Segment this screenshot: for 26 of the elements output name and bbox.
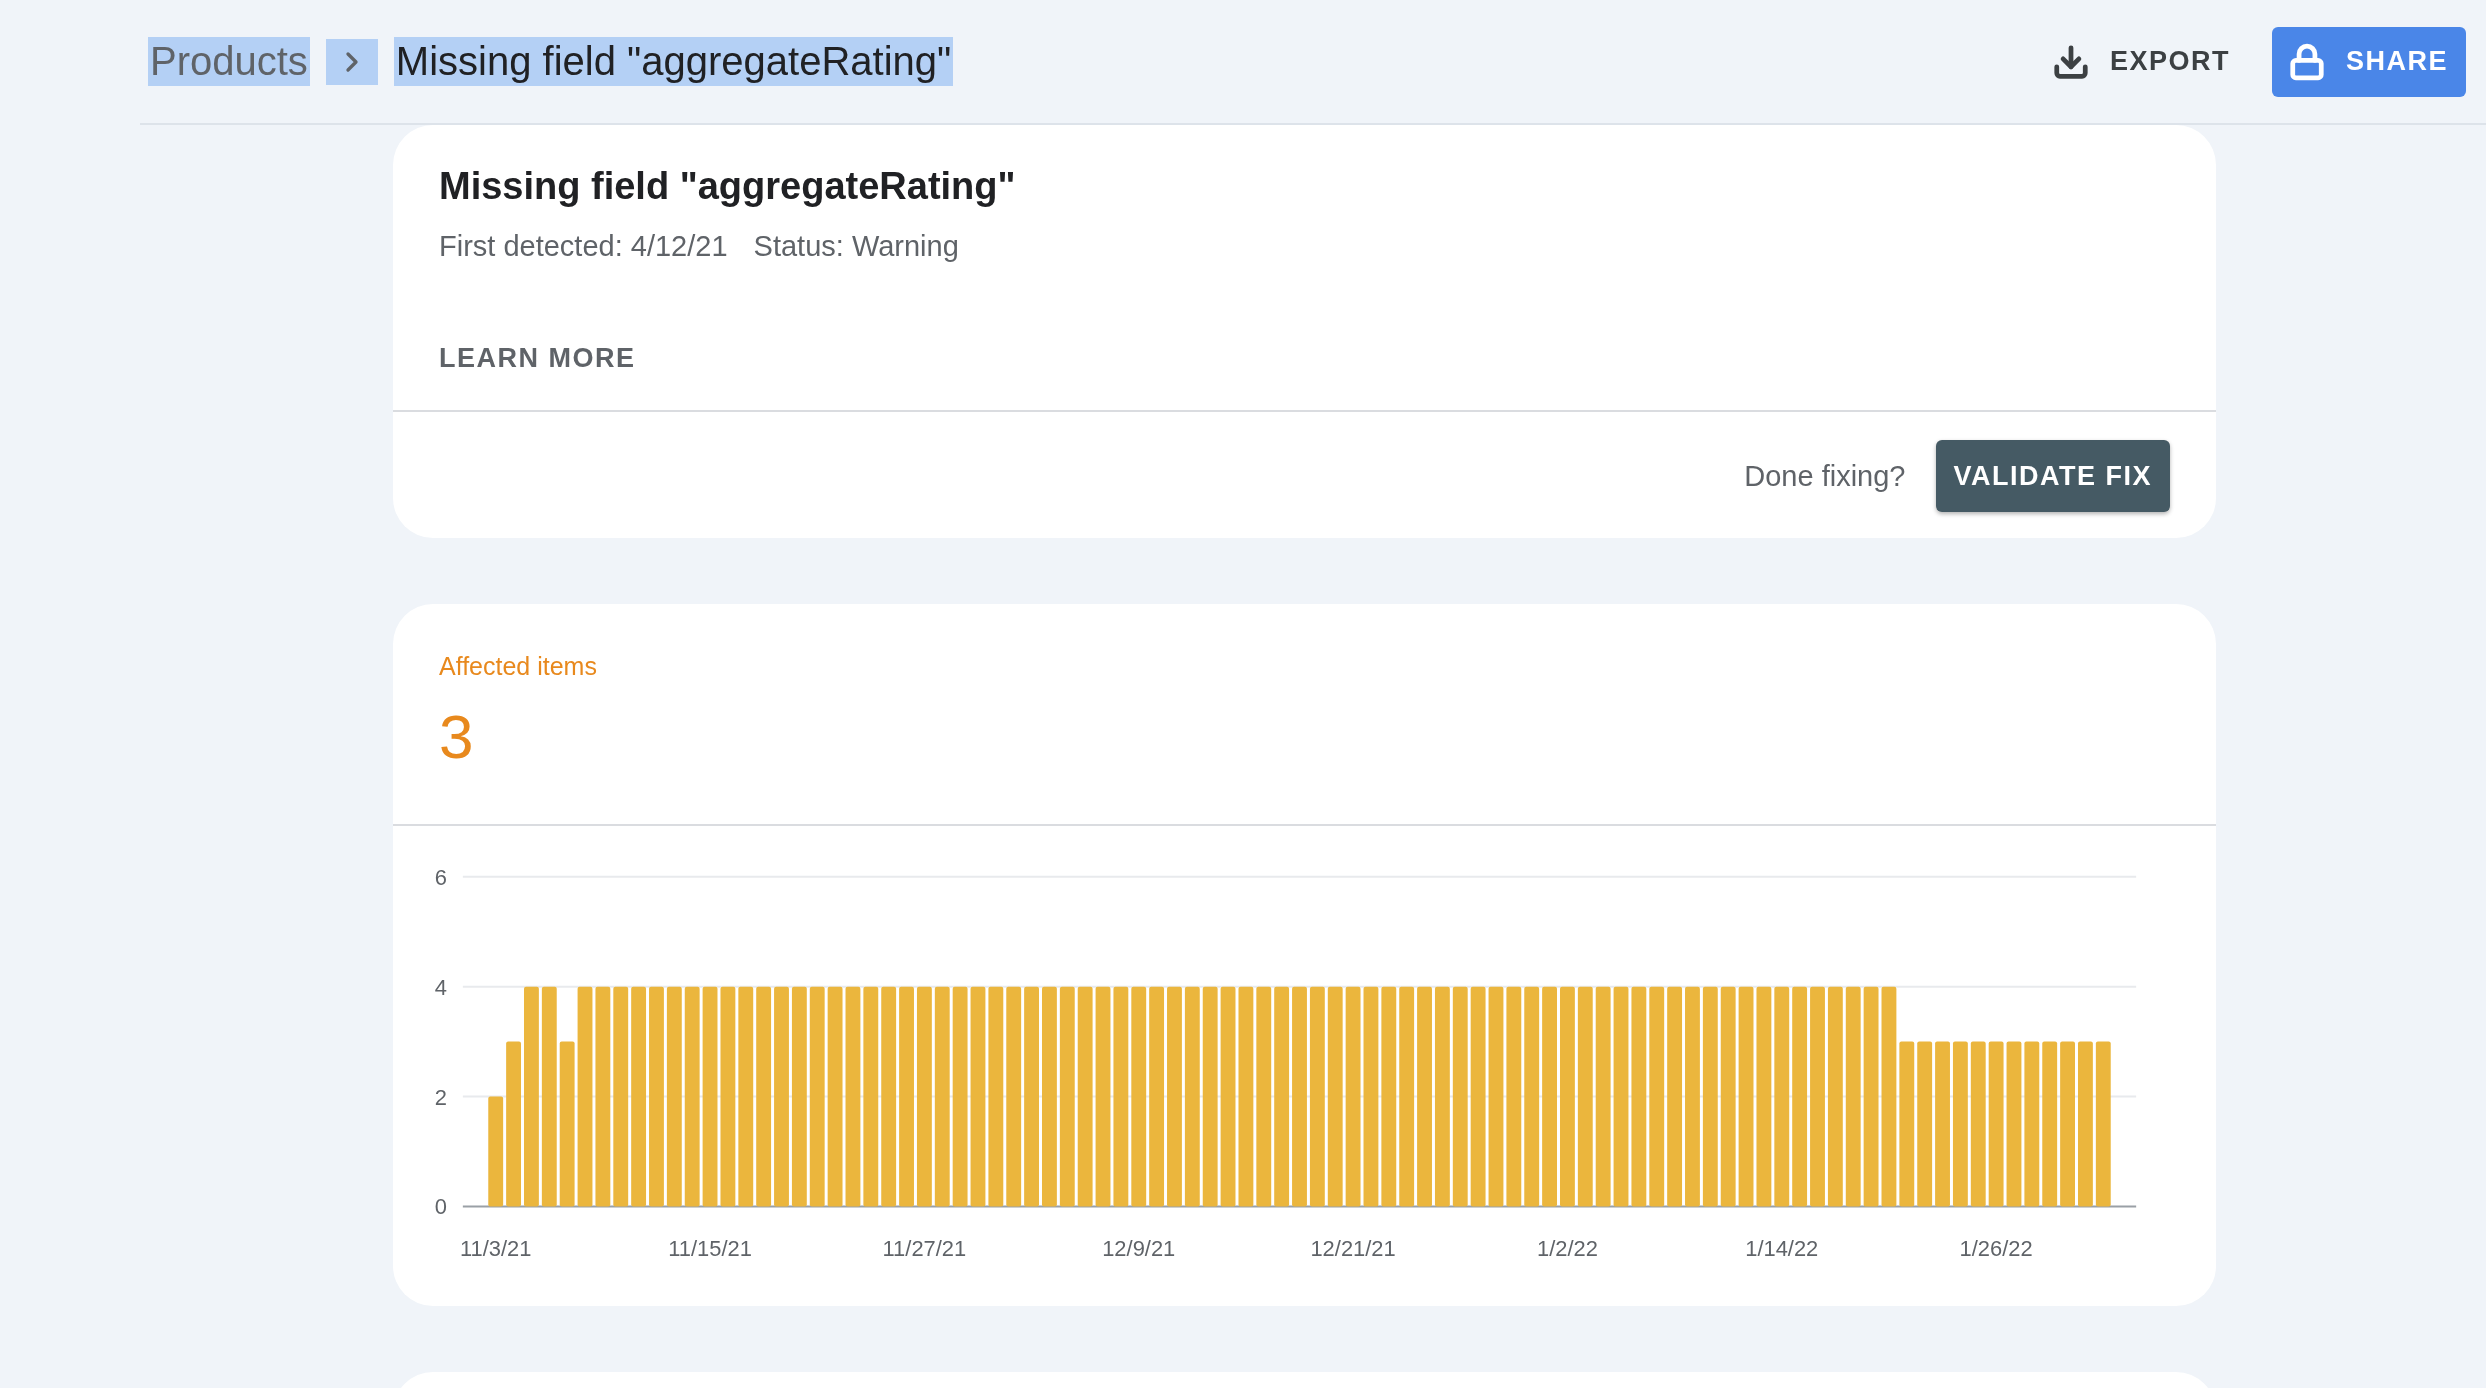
breadcrumb-link[interactable]: Products — [148, 37, 310, 86]
first-detected: First detected: 4/12/21 — [439, 230, 728, 263]
issue-title: Missing field "aggregateRating" — [439, 165, 1017, 208]
axis-label: 6 — [434, 864, 447, 890]
axis-label: 12/9/21 — [1102, 1236, 1176, 1262]
affected-items-count: 3 — [439, 701, 475, 772]
lock-icon — [2288, 42, 2326, 81]
affected-items-label: Affected items — [439, 652, 598, 681]
axis-label: 11/27/21 — [882, 1236, 967, 1262]
axis-label: 1/14/22 — [1745, 1236, 1819, 1262]
axis-label: 1/2/22 — [1537, 1236, 1598, 1262]
axis-label: 12/21/21 — [1310, 1236, 1396, 1262]
chevron-right-icon — [325, 38, 378, 85]
axis-label: 1/26/22 — [1959, 1236, 2033, 1262]
done-fixing-prompt: Done fixing? — [1744, 459, 1906, 493]
axis-label: 4 — [434, 974, 447, 1000]
page-title: Missing field "aggregateRating" — [393, 37, 954, 86]
axis-label: 2 — [434, 1084, 447, 1110]
learn-more-button[interactable]: LEARN MORE — [439, 343, 636, 374]
axis-label: 11/3/21 — [460, 1236, 532, 1262]
export-button[interactable]: EXPORT — [2043, 34, 2238, 89]
status-text: Status: Warning — [753, 230, 959, 263]
axis-label: 11/15/21 — [668, 1236, 752, 1262]
share-button[interactable]: SHARE — [2272, 26, 2466, 97]
axis-label: 0 — [434, 1194, 447, 1220]
validate-fix-button[interactable]: VALIDATE FIX — [1935, 440, 2170, 512]
